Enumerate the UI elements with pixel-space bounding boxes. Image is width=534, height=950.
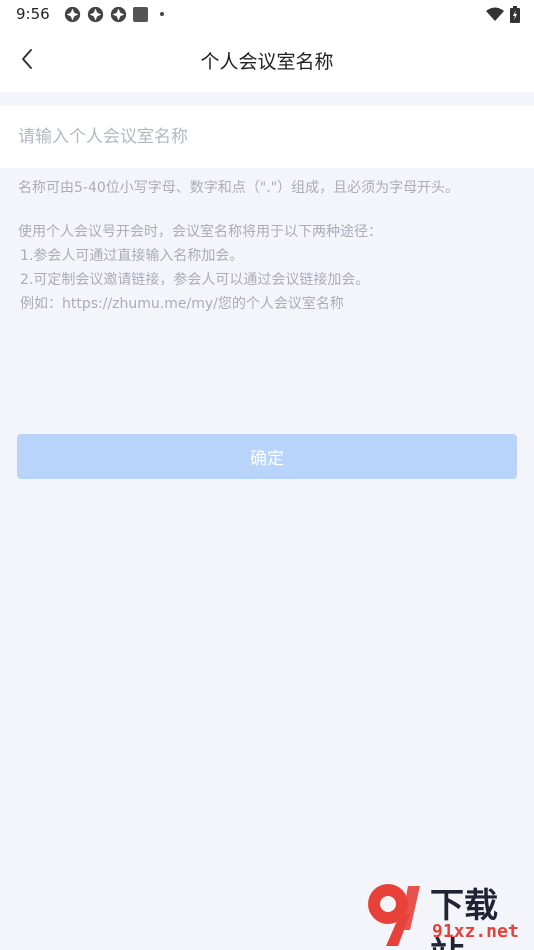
dot-icon: [159, 12, 164, 16]
status-time: 9:56: [16, 5, 50, 23]
chevron-left-icon: [22, 49, 32, 69]
square-notification-icon: [132, 6, 148, 22]
header: 个人会议室名称: [0, 28, 534, 92]
meeting-room-name-row: [0, 106, 534, 168]
confirm-button[interactable]: 确定: [17, 434, 517, 479]
usage-item: 1.参会人可通过直接输入名称加会。: [20, 248, 244, 264]
usage-example: 例如：https://zhumu.me/my/您的个人会议室名称: [20, 296, 344, 312]
app-notification-icon: [64, 6, 80, 22]
meeting-room-name-input[interactable]: [18, 127, 518, 147]
wifi-icon: [486, 7, 504, 21]
status-notification-icons: [64, 6, 164, 23]
page-title: 个人会议室名称: [200, 50, 334, 73]
usage-intro: 使用个人会议号开会时，会议室名称将用于以下两种途径：: [18, 224, 382, 240]
watermark-logo: 下载站 91xz.net: [358, 878, 530, 950]
app-notification-icon: [87, 6, 103, 22]
watermark-9-icon: [368, 884, 420, 946]
back-button[interactable]: [10, 42, 44, 76]
status-system-icons: [486, 5, 520, 23]
usage-description: 使用个人会议号开会时，会议室名称将用于以下两种途径： 1.参会人可通过直接输入名…: [18, 220, 523, 316]
battery-icon: [510, 5, 520, 23]
watermark-text-bottom: 91xz.net: [432, 921, 519, 942]
name-rule-hint: 名称可由5-40位小写字母、数字和点（"."）组成，且必须为字母开头。: [18, 180, 460, 196]
status-bar: 9:56: [0, 0, 534, 28]
usage-item: 2.可定制会议邀请链接，参会人可以通过会议链接加会。: [20, 272, 370, 288]
app-notification-icon: [110, 6, 126, 22]
